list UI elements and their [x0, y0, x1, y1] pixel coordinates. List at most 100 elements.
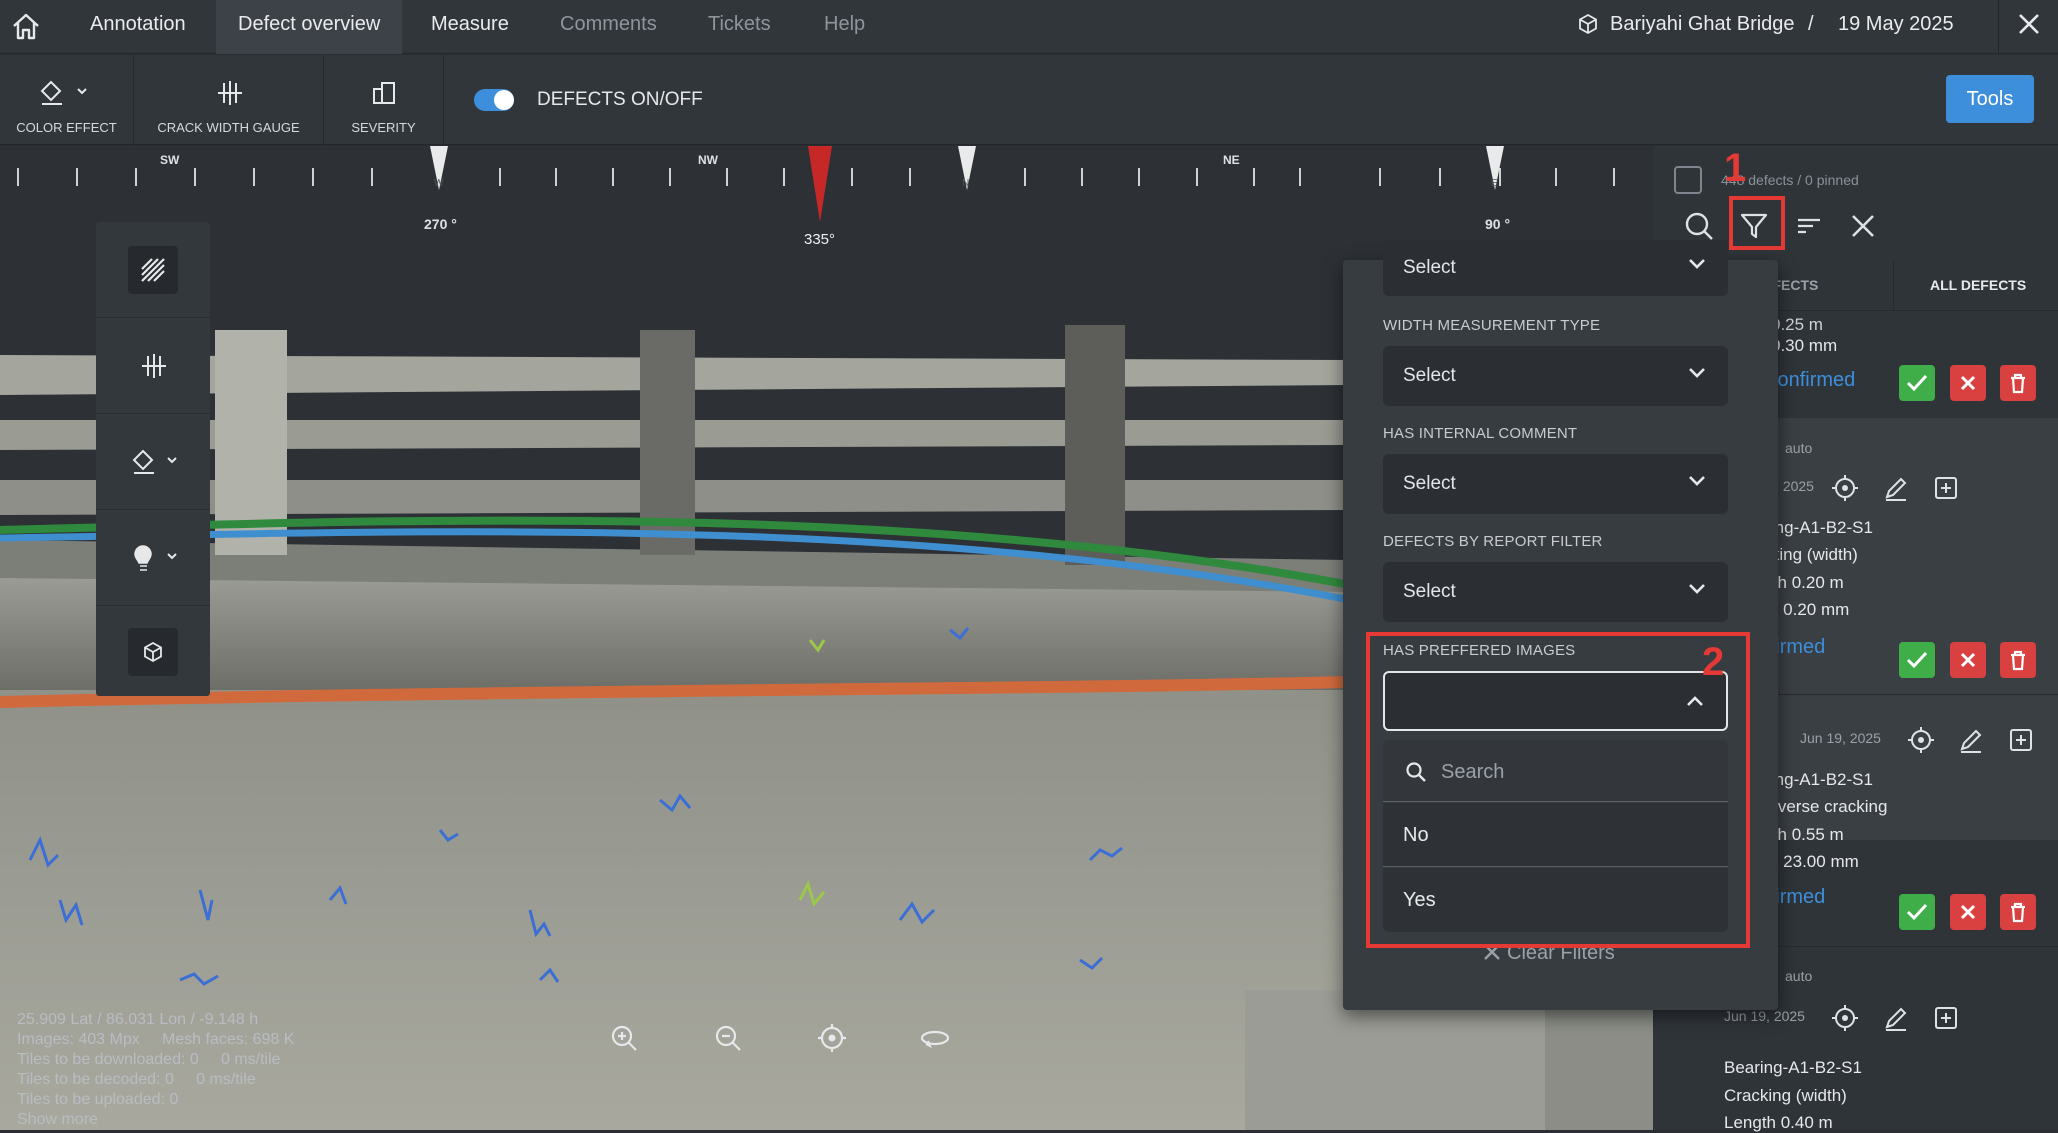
home-button[interactable]	[0, 0, 54, 54]
trash-icon	[2011, 373, 2025, 394]
toolbar: COLOR EFFECT CRACK WIDTH GAUGE SEVERITY …	[0, 55, 2058, 145]
recenter-button[interactable]	[816, 1022, 848, 1059]
show-more-link[interactable]: Show more	[17, 1110, 294, 1130]
gauge-button[interactable]	[96, 318, 210, 414]
confirm-button[interactable]	[1899, 894, 1935, 930]
annotation-number-2: 2	[1702, 640, 1725, 684]
internal-comment-select[interactable]: Select	[1383, 454, 1728, 514]
delete-button[interactable]	[2000, 642, 2036, 678]
close-button[interactable]	[1998, 0, 2058, 54]
annotation-box-filter	[1729, 196, 1785, 250]
tab-defect-overview[interactable]: Defect overview	[216, 0, 403, 54]
reject-button[interactable]	[1950, 894, 1986, 930]
close-icon	[1852, 215, 1874, 237]
severity-icon	[373, 82, 395, 104]
check-icon	[1906, 903, 1928, 921]
model-view-button[interactable]	[96, 606, 210, 702]
crack-width-gauge-label: CRACK WIDTH GAUGE	[157, 120, 300, 135]
report-filter-label: DEFECTS BY REPORT FILTER	[1383, 533, 1603, 550]
width-measurement-select[interactable]: Select	[1383, 346, 1728, 406]
reject-button[interactable]	[1950, 365, 1986, 401]
tab-help[interactable]: Help	[802, 0, 887, 54]
edit-icon[interactable]	[1957, 726, 1985, 754]
delete-button[interactable]	[2000, 894, 2036, 930]
toggle-knob	[494, 90, 514, 110]
chevron-down-icon	[1689, 584, 1705, 594]
color-effect-button[interactable]	[96, 414, 210, 510]
zoom-out-button[interactable]	[712, 1022, 744, 1059]
gauge-icon	[218, 81, 242, 105]
zoom-in-button[interactable]	[608, 1022, 640, 1059]
add-icon[interactable]	[1932, 474, 1960, 502]
defects-toggle-label: DEFECTS ON/OFF	[537, 89, 703, 110]
tools-button[interactable]: Tools	[1946, 75, 2034, 123]
select-all-checkbox[interactable]	[1674, 166, 1702, 194]
status-download: Tiles to be downloaded: 0 0 ms/tile	[17, 1051, 281, 1068]
color-effect-label: COLOR EFFECT	[16, 120, 117, 135]
annotation-box-dropdown	[1366, 632, 1750, 948]
locate-icon[interactable]	[1831, 1004, 1859, 1032]
locate-icon[interactable]	[1907, 726, 1935, 754]
internal-comment-value: Select	[1403, 473, 1456, 494]
trash-icon	[2011, 902, 2025, 923]
lightbulb-icon	[134, 545, 177, 571]
reject-button[interactable]	[1950, 642, 1986, 678]
sort-button[interactable]	[1795, 212, 1823, 245]
compass-sw: SW	[160, 153, 180, 167]
confirm-button[interactable]	[1899, 365, 1935, 401]
check-icon	[1906, 374, 1928, 392]
status-coordinates: 25.909 Lat / 86.031 Lon / -9.148 h	[17, 1011, 259, 1028]
search-icon	[1685, 212, 1713, 240]
crack-width-gauge-tool[interactable]: CRACK WIDTH GAUGE	[134, 55, 324, 145]
breadcrumb-separator: /	[1808, 13, 1814, 35]
report-filter-value: Select	[1403, 581, 1456, 602]
compass-270: 270 °	[424, 216, 457, 232]
confirm-button[interactable]	[1899, 642, 1935, 678]
zoom-out-icon	[715, 1025, 741, 1051]
lighting-button[interactable]	[96, 510, 210, 606]
defect-length: Length 0.40 m	[1724, 1113, 1833, 1132]
orbit-button[interactable]	[918, 1022, 952, 1059]
severity-tool[interactable]: SEVERITY	[324, 55, 444, 145]
defect-width: 0.30 mm	[1771, 336, 1838, 355]
clear-search-button[interactable]	[1849, 212, 1877, 245]
compass-e: E	[1491, 178, 1498, 189]
chevron-down-icon	[1689, 476, 1705, 486]
defect-date: Jun 19, 2025	[1724, 1008, 1805, 1024]
filter-select-top-value: Select	[1403, 257, 1456, 278]
status-upload: Tiles to be uploaded: 0	[17, 1091, 179, 1108]
paint-bucket-icon	[132, 449, 177, 474]
defect-source: auto	[1785, 968, 1813, 984]
filter-select-top[interactable]: Select	[1383, 240, 1728, 296]
orbit-icon	[920, 1030, 950, 1049]
project-name[interactable]: Bariyahi Ghat Bridge	[1610, 0, 1795, 48]
x-icon	[1960, 375, 1976, 391]
tab-comments[interactable]: Comments	[538, 0, 679, 54]
compass-heading: 335°	[804, 231, 836, 248]
compass-w: W	[434, 178, 444, 189]
add-icon[interactable]	[1932, 1004, 1960, 1032]
tab-tickets[interactable]: Tickets	[686, 0, 793, 54]
texture-toggle-button[interactable]	[96, 222, 210, 318]
status-readout: 25.909 Lat / 86.031 Lon / -9.148 h Image…	[17, 1010, 294, 1130]
defect-date: Jun 19, 2025	[1800, 730, 1881, 746]
edit-icon[interactable]	[1882, 1004, 1910, 1032]
add-icon[interactable]	[2007, 726, 2035, 754]
paint-bucket-icon	[40, 80, 87, 105]
compass-strip: SW NW NE W N E 270 ° 335° 90 °	[0, 146, 1653, 248]
defects-toggle[interactable]	[474, 89, 514, 111]
annotation-number-1: 1	[1724, 146, 1747, 190]
project-date[interactable]: 19 May 2025	[1838, 0, 1954, 48]
status-images: Images: 403 Mpx Mesh faces: 698 K	[17, 1031, 295, 1048]
delete-button[interactable]	[2000, 365, 2036, 401]
edit-icon[interactable]	[1882, 474, 1910, 502]
locate-icon[interactable]	[1831, 474, 1859, 502]
sort-icon	[1798, 218, 1820, 234]
tab-all-defects[interactable]: ALL DEFECTS	[1930, 277, 2026, 293]
tab-annotation[interactable]: Annotation	[68, 0, 208, 54]
report-filter-select[interactable]: Select	[1383, 562, 1728, 622]
zoom-in-icon	[611, 1025, 637, 1051]
home-icon	[13, 13, 39, 40]
color-effect-tool[interactable]: COLOR EFFECT	[0, 55, 134, 145]
tab-measure[interactable]: Measure	[409, 0, 531, 54]
